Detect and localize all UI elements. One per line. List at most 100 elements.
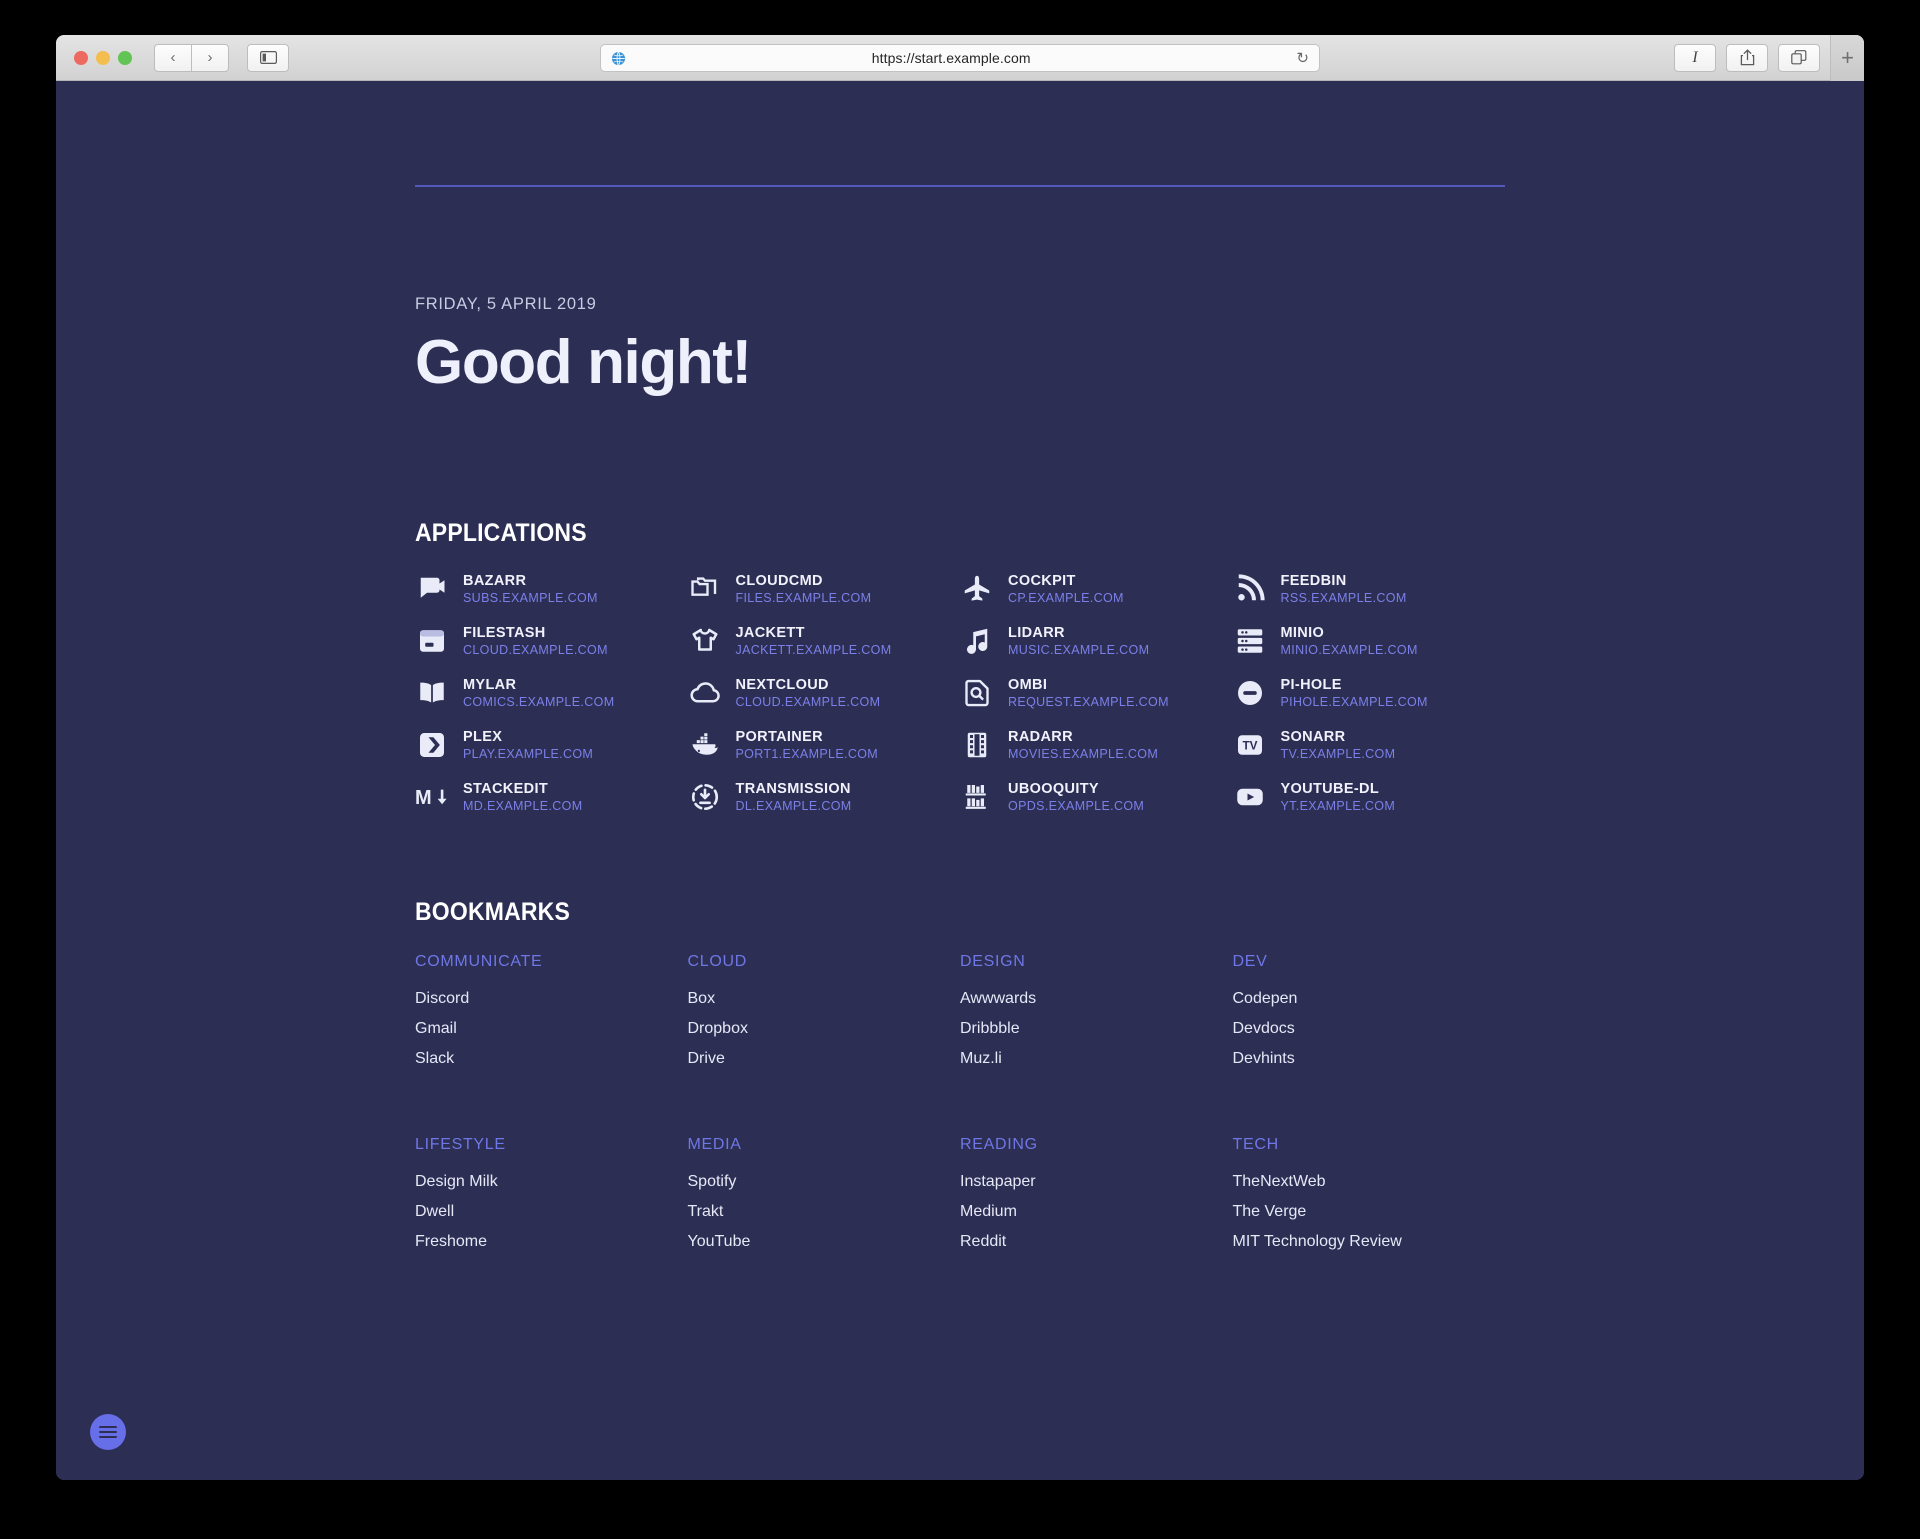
app-text: YOUTUBE-DL YT.EXAMPLE.COM <box>1281 781 1396 813</box>
bookmark-link[interactable]: Medium <box>960 1203 1233 1221</box>
app-link[interactable]: M STACKEDIT MD.EXAMPLE.COM <box>415 780 688 814</box>
app-text: STACKEDIT MD.EXAMPLE.COM <box>463 781 583 813</box>
app-link[interactable]: PLEX PLAY.EXAMPLE.COM <box>415 728 688 762</box>
app-link[interactable]: FILESTASH CLOUD.EXAMPLE.COM <box>415 624 688 658</box>
app-link[interactable]: COCKPIT CP.EXAMPLE.COM <box>960 572 1233 606</box>
bookmark-link[interactable]: Dwell <box>415 1203 688 1221</box>
bookmark-link[interactable]: Instapaper <box>960 1173 1233 1191</box>
bookmark-link[interactable]: Dribbble <box>960 1020 1233 1038</box>
app-url: PLAY.EXAMPLE.COM <box>463 746 594 761</box>
bookmark-link[interactable]: Trakt <box>688 1203 961 1221</box>
bookmark-category-title: MEDIA <box>687 1135 742 1153</box>
tab-overview-button[interactable] <box>1778 43 1820 72</box>
music-note-icon <box>960 624 994 658</box>
bookmarks-heading: BOOKMARKS <box>415 897 570 926</box>
minimize-window-button[interactable] <box>96 50 110 65</box>
bookmark-link[interactable]: Design Milk <box>415 1173 688 1191</box>
app-link[interactable]: PI-HOLE PIHOLE.EXAMPLE.COM <box>1233 676 1506 710</box>
bookmark-category-title: LIFESTYLE <box>415 1135 506 1153</box>
bookmark-category-title: TECH <box>1232 1135 1279 1153</box>
markdown-icon: M <box>415 780 449 814</box>
address-bar[interactable]: https://start.example.com ↻ <box>600 44 1320 72</box>
cloud-icon <box>688 676 722 710</box>
app-text: OMBI REQUEST.EXAMPLE.COM <box>1008 677 1169 709</box>
docker-whale-icon <box>688 728 722 762</box>
app-name: OMBI <box>1008 676 1048 693</box>
bookmark-link[interactable]: Awwwards <box>960 990 1233 1008</box>
app-name: COCKPIT <box>1008 572 1076 589</box>
bookmark-link[interactable]: Gmail <box>415 1020 688 1038</box>
greeting-title: Good night! <box>415 328 752 397</box>
bookmark-link[interactable]: Devhints <box>1233 1050 1506 1068</box>
bookmark-category: TECH TheNextWeb The Verge MIT Technology Re… <box>1233 1136 1506 1263</box>
app-link[interactable]: OMBI REQUEST.EXAMPLE.COM <box>960 676 1233 710</box>
app-link[interactable]: FEEDBIN RSS.EXAMPLE.COM <box>1233 572 1506 606</box>
app-text: FEEDBIN RSS.EXAMPLE.COM <box>1281 573 1407 605</box>
bookmark-link[interactable]: Codepen <box>1233 990 1506 1008</box>
app-url: COMICS.EXAMPLE.COM <box>463 694 615 709</box>
app-name: MINIO <box>1280 624 1325 641</box>
bookmark-link[interactable]: Freshome <box>415 1233 688 1251</box>
bookmark-category: READING Instapaper Medium Reddit <box>960 1136 1233 1263</box>
zoom-window-button[interactable] <box>118 50 132 65</box>
new-tab-button[interactable]: + <box>1830 35 1864 81</box>
app-name: YOUTUBE-DL <box>1280 780 1380 797</box>
app-text: RADARR MOVIES.EXAMPLE.COM <box>1008 729 1158 761</box>
app-link[interactable]: CLOUDCMD FILES.EXAMPLE.COM <box>688 572 961 606</box>
app-link[interactable]: MINIO MINIO.EXAMPLE.COM <box>1233 624 1506 658</box>
app-text: FILESTASH CLOUD.EXAMPLE.COM <box>463 625 608 657</box>
bookmark-link[interactable]: MIT Technology Review <box>1233 1233 1506 1251</box>
bookmark-link[interactable]: Drive <box>688 1050 961 1068</box>
share-button[interactable] <box>1726 43 1768 72</box>
app-text: CLOUDCMD FILES.EXAMPLE.COM <box>736 573 872 605</box>
window-controls <box>74 50 132 65</box>
app-url: CLOUD.EXAMPLE.COM <box>463 642 608 657</box>
svg-text:TV: TV <box>1242 739 1257 752</box>
app-link[interactable]: MYLAR COMICS.EXAMPLE.COM <box>415 676 688 710</box>
app-link[interactable]: BAZARR SUBS.EXAMPLE.COM <box>415 572 688 606</box>
app-text: PI-HOLE PIHOLE.EXAMPLE.COM <box>1281 677 1428 709</box>
app-link[interactable]: LIDARR MUSIC.EXAMPLE.COM <box>960 624 1233 658</box>
bookmark-link[interactable]: Dropbox <box>688 1020 961 1038</box>
bookmark-category: LIFESTYLE Design Milk Dwell Freshome <box>415 1136 688 1263</box>
app-name: UBOOQUITY <box>1008 780 1099 797</box>
app-link[interactable]: NEXTCLOUD CLOUD.EXAMPLE.COM <box>688 676 961 710</box>
film-strip-icon <box>960 728 994 762</box>
bookmark-link[interactable]: TheNextWeb <box>1233 1173 1506 1191</box>
app-link[interactable]: JACKETT JACKETT.EXAMPLE.COM <box>688 624 961 658</box>
app-link[interactable]: TV SONARR TV.EXAMPLE.COM <box>1233 728 1506 762</box>
bookmark-link[interactable]: Reddit <box>960 1233 1233 1251</box>
content-container: FRIDAY, 5 APRIL 2019 Good night! APPLICA… <box>415 81 1505 1263</box>
bookmark-link[interactable]: Slack <box>415 1050 688 1068</box>
open-book-icon <box>415 676 449 710</box>
sidebar-toggle-button[interactable] <box>247 43 289 72</box>
back-button[interactable]: ‹ <box>154 43 192 72</box>
app-link[interactable]: UBOOQUITY OPDS.EXAMPLE.COM <box>960 780 1233 814</box>
app-link[interactable]: YOUTUBE-DL YT.EXAMPLE.COM <box>1233 780 1506 814</box>
bookmark-link[interactable]: Devdocs <box>1233 1020 1506 1038</box>
close-window-button[interactable] <box>74 50 88 65</box>
menu-fab-button[interactable] <box>90 1414 126 1450</box>
forward-button[interactable]: › <box>191 43 229 72</box>
app-text: PLEX PLAY.EXAMPLE.COM <box>463 729 593 761</box>
bookmark-category-title: DEV <box>1232 952 1268 970</box>
bookmark-link[interactable]: YouTube <box>688 1233 961 1251</box>
bookmarks-grid: COMMUNICATE Discord Gmail Slack CLOUD Box Drop… <box>415 953 1505 1263</box>
app-link[interactable]: RADARR MOVIES.EXAMPLE.COM <box>960 728 1233 762</box>
bookmark-link[interactable]: Discord <box>415 990 688 1008</box>
app-name: TRANSMISSION <box>735 780 851 797</box>
plex-chevron-icon <box>415 728 449 762</box>
reader-mode-button[interactable]: I <box>1674 43 1716 72</box>
bookmark-category: CLOUD Box Dropbox Drive <box>688 953 961 1080</box>
reload-button[interactable]: ↻ <box>1296 49 1309 67</box>
bookmark-category: DEV Codepen Devdocs Devhints <box>1233 953 1506 1080</box>
app-link[interactable]: TRANSMISSION DL.EXAMPLE.COM <box>688 780 961 814</box>
bookmark-link[interactable]: Box <box>688 990 961 1008</box>
bookmark-link[interactable]: Muz.li <box>960 1050 1233 1068</box>
app-url: MOVIES.EXAMPLE.COM <box>1008 746 1159 761</box>
bookmark-link[interactable]: The Verge <box>1233 1203 1506 1221</box>
tab-overview-icon <box>1791 50 1807 65</box>
app-name: MYLAR <box>463 676 517 693</box>
bookmark-link[interactable]: Spotify <box>688 1173 961 1191</box>
app-link[interactable]: PORTAINER PORT1.EXAMPLE.COM <box>688 728 961 762</box>
